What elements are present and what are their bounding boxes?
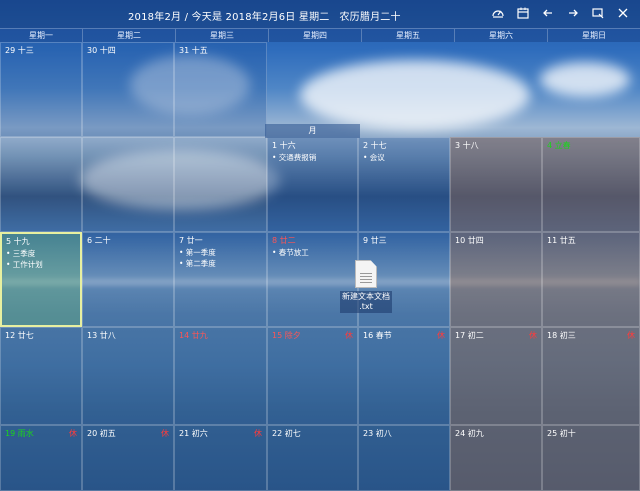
holiday-flag-icon: 休	[254, 429, 262, 438]
header-toolbar	[491, 6, 630, 20]
weekday-label: 星期日	[547, 29, 640, 42]
desktop-file-icon[interactable]: 新建文本文档 .txt	[340, 260, 392, 313]
arrow-left-icon[interactable]	[541, 6, 555, 20]
holiday-flag-icon: 休	[627, 331, 635, 340]
weekday-label: 星期三	[175, 29, 268, 42]
day-number: 23 初八	[363, 429, 392, 438]
day-number: 11 廿五	[547, 236, 576, 245]
calendar-icon[interactable]	[516, 6, 530, 20]
dashboard-icon[interactable]	[491, 6, 505, 20]
day-cell[interactable]: 23 初八	[358, 425, 450, 491]
holiday-flag-icon: 休	[437, 331, 445, 340]
holiday-flag-icon: 休	[345, 331, 353, 340]
day-cell[interactable]: 4 立春	[542, 137, 640, 232]
file-ext: .txt	[359, 302, 373, 311]
header-title: 2018年2月 / 今天是 2018年2月6日 星期二 农历腊月二十	[128, 8, 401, 23]
header-date: 2018年2月 / 今天是 2018年2月6日 星期二	[128, 12, 330, 23]
day-cell-today[interactable]: 5 十九 • 三季度 • 工作计划	[0, 232, 82, 327]
event-item[interactable]: • 第一季度	[179, 247, 216, 258]
text-document-icon	[355, 260, 377, 288]
day-number: 12 廿七	[5, 331, 34, 340]
day-cell[interactable]: 1 十六 • 交通费报销	[267, 137, 358, 232]
weekday-label: 星期六	[454, 29, 547, 42]
weekday-header: 星期一 星期二 星期三 星期四 星期五 星期六 星期日	[0, 28, 640, 42]
day-cell[interactable]: 10 廿四	[450, 232, 542, 327]
day-cell[interactable]: 3 十八	[450, 137, 542, 232]
day-number: 31 十五	[179, 46, 208, 55]
day-number: 20 初五	[87, 429, 116, 438]
calendar-header: 2018年2月 / 今天是 2018年2月6日 星期二 农历腊月二十	[0, 0, 640, 28]
day-number: 21 初六	[179, 429, 208, 438]
day-cell[interactable]: 19 雨水 休	[0, 425, 82, 491]
day-cell[interactable]: 31 十五	[174, 42, 267, 137]
weekday-label: 星期四	[268, 29, 361, 42]
day-number: 24 初九	[455, 429, 484, 438]
day-number: 25 初十	[547, 429, 576, 438]
day-cell[interactable]: 22 初七	[267, 425, 358, 491]
weekday-label: 星期一	[29, 31, 53, 40]
day-cell[interactable]: 29 十三	[0, 42, 82, 137]
day-cell[interactable]: 30 十四	[82, 42, 174, 137]
day-number: 1 十六	[272, 141, 296, 150]
day-cell[interactable]: 12 廿七	[0, 327, 82, 425]
window-icon[interactable]	[591, 6, 605, 20]
holiday-flag-icon: 休	[529, 331, 537, 340]
day-number: 16 春节	[363, 331, 392, 340]
day-number: 2 十七	[363, 141, 387, 150]
event-item[interactable]: • 会议	[363, 152, 385, 163]
day-cell[interactable]: 24 初九	[450, 425, 542, 491]
day-number: 19 雨水	[5, 429, 34, 438]
event-item[interactable]: • 第二季度	[179, 258, 216, 269]
day-cell[interactable]: 16 春节 休	[358, 327, 450, 425]
day-number: 6 二十	[87, 236, 111, 245]
day-cell[interactable]: 11 廿五	[542, 232, 640, 327]
day-number: 10 廿四	[455, 236, 484, 245]
day-cell[interactable]	[174, 137, 267, 232]
day-number: 8 廿二	[272, 236, 296, 245]
close-icon[interactable]	[616, 6, 630, 20]
desktop-file-name: 新建文本文档 .txt	[340, 291, 392, 313]
event-item[interactable]: • 工作计划	[6, 259, 43, 270]
arrow-right-icon[interactable]	[566, 6, 580, 20]
day-cell[interactable]: 21 初六 休	[174, 425, 267, 491]
month-label: 月	[265, 124, 360, 138]
header-lunar: 农历腊月二十	[339, 12, 401, 23]
day-number: 18 初三	[547, 331, 576, 340]
day-number: 29 十三	[5, 46, 34, 55]
event-item[interactable]: • 春节放工	[272, 247, 309, 258]
day-number: 14 廿九	[179, 331, 208, 340]
day-cell[interactable]: 20 初五 休	[82, 425, 174, 491]
event-item[interactable]: • 三季度	[6, 248, 35, 259]
day-cell[interactable]: 6 二十	[82, 232, 174, 327]
day-number: 4 立春	[547, 141, 571, 150]
day-cell[interactable]: 7 廿一 • 第一季度 • 第二季度	[174, 232, 267, 327]
day-number: 15 除夕	[272, 331, 301, 340]
holiday-flag-icon: 休	[69, 429, 77, 438]
weekday-label: 星期五	[361, 29, 454, 42]
file-name: 新建文本文档	[342, 292, 390, 301]
day-number: 3 十八	[455, 141, 479, 150]
day-cell[interactable]: 13 廿八	[82, 327, 174, 425]
day-number: 22 初七	[272, 429, 301, 438]
day-number: 9 廿三	[363, 236, 387, 245]
day-cell[interactable]: 2 十七 • 会议	[358, 137, 450, 232]
holiday-flag-icon: 休	[161, 429, 169, 438]
day-number: 17 初二	[455, 331, 484, 340]
day-cell[interactable]: 25 初十	[542, 425, 640, 491]
day-cell[interactable]: 14 廿九	[174, 327, 267, 425]
day-number: 7 廿一	[179, 236, 203, 245]
month-grid: 29 十三 30 十四 31 十五 1 十六 • 交通费报销 2 十七 • 会议…	[0, 42, 640, 491]
day-cell[interactable]: 17 初二 休	[450, 327, 542, 425]
weekday-label: 星期二	[82, 29, 175, 42]
day-cell[interactable]	[82, 137, 174, 232]
event-item[interactable]: • 交通费报销	[272, 152, 316, 163]
day-number: 13 廿八	[87, 331, 116, 340]
day-cell[interactable]: 15 除夕 休	[267, 327, 358, 425]
day-number: 5 十九	[6, 237, 30, 246]
day-cell[interactable]: 18 初三 休	[542, 327, 640, 425]
day-number: 30 十四	[87, 46, 116, 55]
day-cell[interactable]	[0, 137, 82, 232]
